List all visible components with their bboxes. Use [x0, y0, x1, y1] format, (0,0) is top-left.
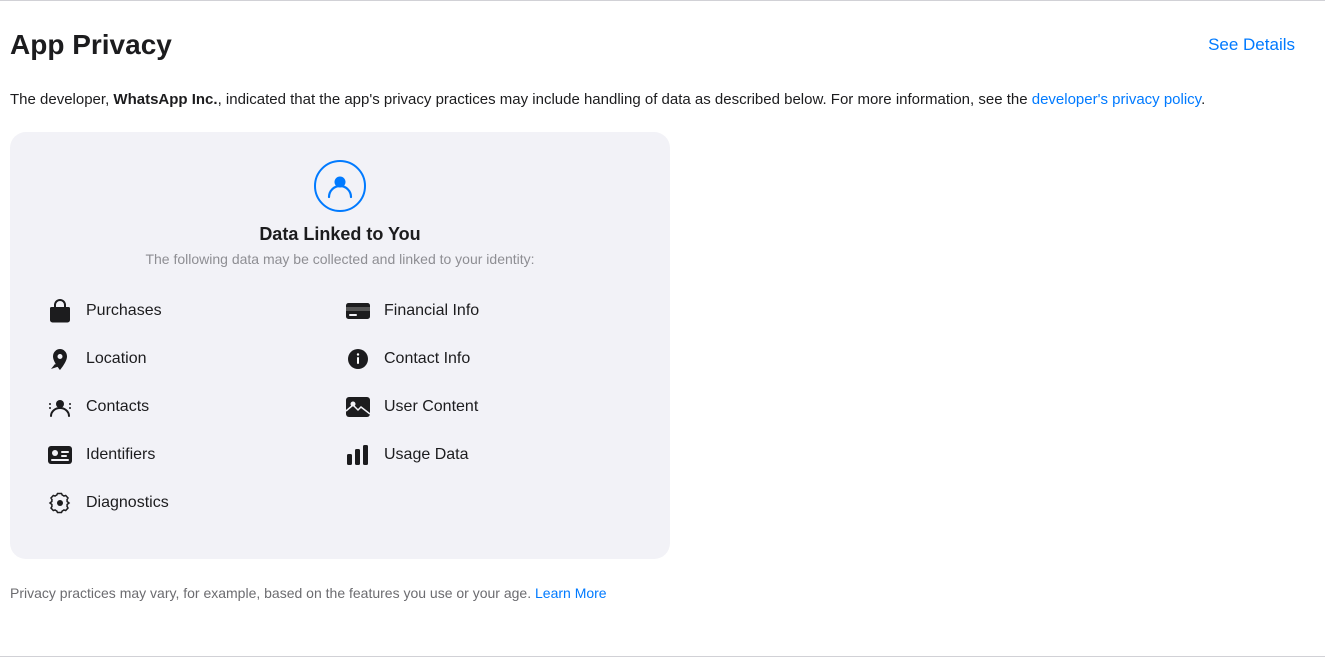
see-details-link[interactable]: See Details: [1208, 35, 1295, 55]
data-column-right: Financial Info Contact Info: [340, 287, 638, 527]
learn-more-link[interactable]: Learn More: [535, 585, 607, 601]
financial-info-label: Financial Info: [384, 302, 479, 320]
user-icon-circle: [314, 160, 366, 212]
description-after: , indicated that the app's privacy pract…: [218, 91, 1028, 108]
contacts-icon: [46, 393, 74, 421]
list-item: Identifiers: [42, 431, 340, 479]
id-card-icon: [46, 441, 74, 469]
privacy-card: Data Linked to You The following data ma…: [10, 132, 670, 559]
data-grid: Purchases Location: [42, 287, 638, 527]
contacts-label: Contacts: [86, 398, 149, 416]
list-item: Diagnostics: [42, 479, 340, 527]
data-column-left: Purchases Location: [42, 287, 340, 527]
list-item: Financial Info: [340, 287, 638, 335]
developer-name: WhatsApp Inc.: [113, 91, 217, 108]
diagnostics-label: Diagnostics: [86, 494, 169, 512]
page-title: App Privacy: [10, 29, 172, 61]
list-item: Contact Info: [340, 335, 638, 383]
location-icon: [46, 345, 74, 373]
gear-icon: [46, 489, 74, 517]
card-header: Data Linked to You The following data ma…: [42, 160, 638, 267]
user-icon: [325, 171, 355, 201]
usage-data-label: Usage Data: [384, 446, 469, 464]
footer-text-content: Privacy practices may vary, for example,…: [10, 585, 531, 601]
image-icon: [344, 393, 372, 421]
card-title: Data Linked to You: [259, 224, 420, 245]
footer-text: Privacy practices may vary, for example,…: [10, 583, 1295, 604]
contact-info-label: Contact Info: [384, 350, 470, 368]
list-item: Purchases: [42, 287, 340, 335]
info-icon: [344, 345, 372, 373]
chart-icon: [344, 441, 372, 469]
user-content-label: User Content: [384, 398, 478, 416]
list-item: Contacts: [42, 383, 340, 431]
card-subtitle: The following data may be collected and …: [145, 251, 534, 267]
purchases-label: Purchases: [86, 302, 162, 320]
list-item: User Content: [340, 383, 638, 431]
description-text: The developer, WhatsApp Inc., indicated …: [10, 89, 1295, 112]
location-label: Location: [86, 350, 147, 368]
description-before: The developer,: [10, 91, 113, 108]
list-item: Usage Data: [340, 431, 638, 479]
creditcard-icon: [344, 297, 372, 325]
bag-icon: [46, 297, 74, 325]
list-item: Location: [42, 335, 340, 383]
privacy-policy-link[interactable]: developer's privacy policy: [1032, 91, 1201, 108]
identifiers-label: Identifiers: [86, 446, 155, 464]
